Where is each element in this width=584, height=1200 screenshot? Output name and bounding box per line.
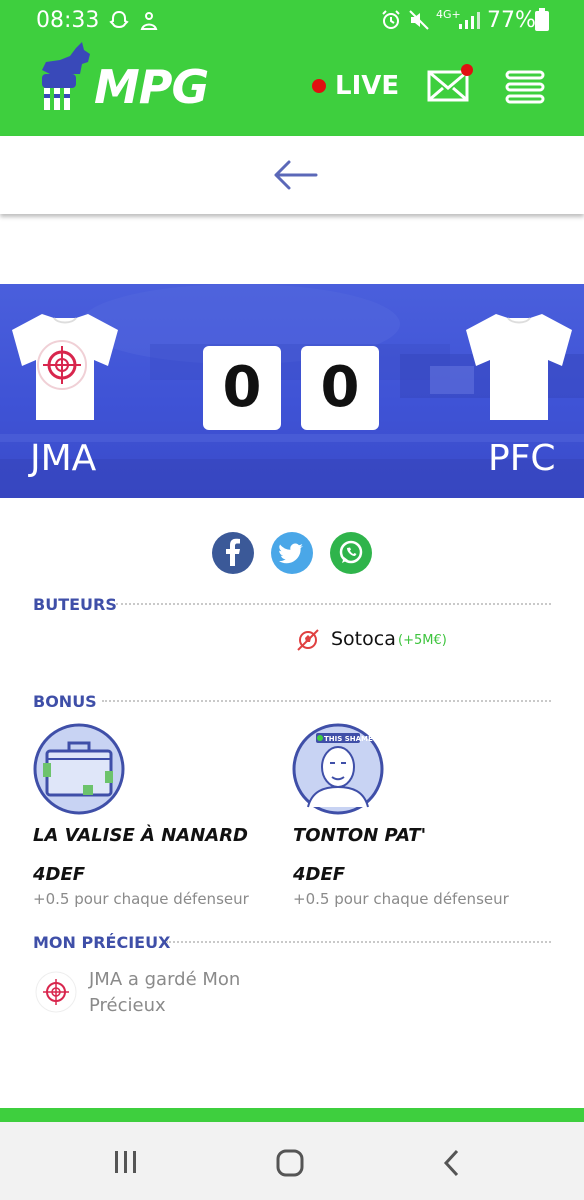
bonus-description: +0.5 pour chaque défenseur (33, 890, 249, 908)
section-divider (166, 941, 551, 943)
bonus-section-title: BONUS (33, 692, 97, 711)
mon-precieux-section-title: MON PRÉCIEUX (33, 933, 171, 952)
scorer-name[interactable]: Sotoca (331, 628, 396, 650)
target-icon (35, 971, 77, 1013)
goat-logo-icon[interactable] (36, 42, 98, 116)
alarm-icon (382, 10, 400, 29)
home-team-name[interactable]: JMA (30, 438, 96, 479)
away-team-name[interactable]: PFC (488, 438, 556, 479)
live-button[interactable]: LIVE (335, 71, 399, 101)
mon-precieux-text: JMA a gardé Mon Précieux (89, 969, 241, 1016)
footer-bar (0, 1108, 584, 1122)
valise-bonus-icon[interactable] (33, 723, 125, 815)
section-divider (116, 603, 551, 605)
signal-icon (459, 12, 480, 29)
scorer-value: (+5M€) (398, 633, 447, 648)
bonus-description: +0.5 pour chaque défenseur (293, 890, 509, 908)
away-jersey-icon (466, 314, 572, 420)
home-jersey-icon (12, 314, 118, 420)
app-header: 08:33 4G+ 77% MPG LIVE (0, 0, 584, 136)
facebook-icon[interactable] (212, 532, 254, 574)
bonus-name: LA VALISE À NANARD (33, 825, 248, 846)
system-nav-bar (0, 1122, 584, 1200)
live-dot-icon (312, 79, 326, 93)
notification-icon (140, 12, 158, 30)
buteurs-section-title: BUTEURS (33, 595, 117, 614)
mpg-logo[interactable]: MPG (94, 60, 209, 114)
battery-percent: 77% (487, 8, 536, 33)
match-banner: 0 0 JMA PFC (0, 284, 584, 498)
own-goal-ball-icon (297, 629, 319, 651)
bonus-name: TONTON PAT' (293, 825, 427, 846)
back-icon[interactable] (440, 1149, 464, 1177)
section-divider (102, 700, 551, 702)
status-time: 08:33 (36, 8, 100, 33)
battery-icon (535, 8, 549, 31)
home-score: 0 (203, 346, 281, 430)
bonus-position: 4DEF (33, 864, 86, 885)
snapchat-icon (109, 10, 129, 29)
badge-text: THIS SHAME (324, 735, 373, 743)
mail-icon[interactable] (426, 62, 478, 106)
bonus-position: 4DEF (293, 864, 346, 885)
back-arrow-icon[interactable] (272, 158, 318, 192)
menu-icon[interactable] (504, 70, 548, 104)
back-bar (0, 136, 584, 214)
away-score: 0 (301, 346, 379, 430)
recent-apps-icon[interactable] (112, 1150, 140, 1174)
twitter-icon[interactable] (271, 532, 313, 574)
mute-icon (409, 10, 429, 30)
whatsapp-icon[interactable] (330, 532, 372, 574)
home-icon[interactable] (276, 1149, 304, 1177)
